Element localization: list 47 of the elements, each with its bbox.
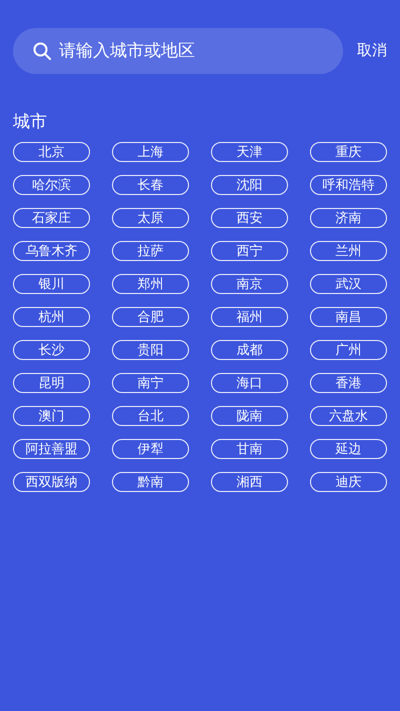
city-chip[interactable]: 福州 (211, 307, 288, 327)
city-chip[interactable]: 济南 (310, 208, 387, 228)
city-chip[interactable]: 呼和浩特 (310, 175, 387, 195)
city-chip[interactable]: 天津 (211, 142, 288, 162)
city-chip[interactable]: 上海 (112, 142, 189, 162)
city-chip[interactable]: 石家庄 (13, 208, 90, 228)
city-chip[interactable]: 武汉 (310, 274, 387, 294)
city-chip[interactable]: 哈尔滨 (13, 175, 90, 195)
city-chip[interactable]: 银川 (13, 274, 90, 294)
cancel-button[interactable]: 取消 (357, 40, 387, 62)
city-chip[interactable]: 广州 (310, 340, 387, 360)
city-chip[interactable]: 澳门 (13, 406, 90, 426)
city-chip[interactable]: 兰州 (310, 241, 387, 261)
city-chip[interactable]: 甘南 (211, 439, 288, 459)
city-chip[interactable]: 太原 (112, 208, 189, 228)
city-chip[interactable]: 延边 (310, 439, 387, 459)
city-chip[interactable]: 南京 (211, 274, 288, 294)
city-chip[interactable]: 西双版纳 (13, 472, 90, 492)
city-chip[interactable]: 沈阳 (211, 175, 288, 195)
city-chip[interactable]: 伊犁 (112, 439, 189, 459)
city-chip[interactable]: 海口 (211, 373, 288, 393)
city-chip[interactable]: 杭州 (13, 307, 90, 327)
city-chip[interactable]: 湘西 (211, 472, 288, 492)
city-chip[interactable]: 合肥 (112, 307, 189, 327)
city-chip[interactable]: 拉萨 (112, 241, 189, 261)
city-chip[interactable]: 西安 (211, 208, 288, 228)
city-chip[interactable]: 乌鲁木齐 (13, 241, 90, 261)
city-chip[interactable]: 香港 (310, 373, 387, 393)
city-chip[interactable]: 郑州 (112, 274, 189, 294)
city-chip[interactable]: 六盘水 (310, 406, 387, 426)
city-chip[interactable]: 台北 (112, 406, 189, 426)
city-chip[interactable]: 贵阳 (112, 340, 189, 360)
city-chip[interactable]: 黔南 (112, 472, 189, 492)
city-chip[interactable]: 成都 (211, 340, 288, 360)
city-chip[interactable]: 北京 (13, 142, 90, 162)
city-chip[interactable]: 长沙 (13, 340, 90, 360)
city-chip[interactable]: 西宁 (211, 241, 288, 261)
city-chip[interactable]: 重庆 (310, 142, 387, 162)
city-chip[interactable]: 南宁 (112, 373, 189, 393)
city-chip[interactable]: 昆明 (13, 373, 90, 393)
city-chip[interactable]: 长春 (112, 175, 189, 195)
section-title: 城市 (12, 111, 48, 133)
city-chip[interactable]: 陇南 (211, 406, 288, 426)
city-chip[interactable]: 南昌 (310, 307, 387, 327)
search-icon (33, 42, 51, 60)
city-chip[interactable]: 阿拉善盟 (13, 439, 90, 459)
city-chip[interactable]: 迪庆 (310, 472, 387, 492)
